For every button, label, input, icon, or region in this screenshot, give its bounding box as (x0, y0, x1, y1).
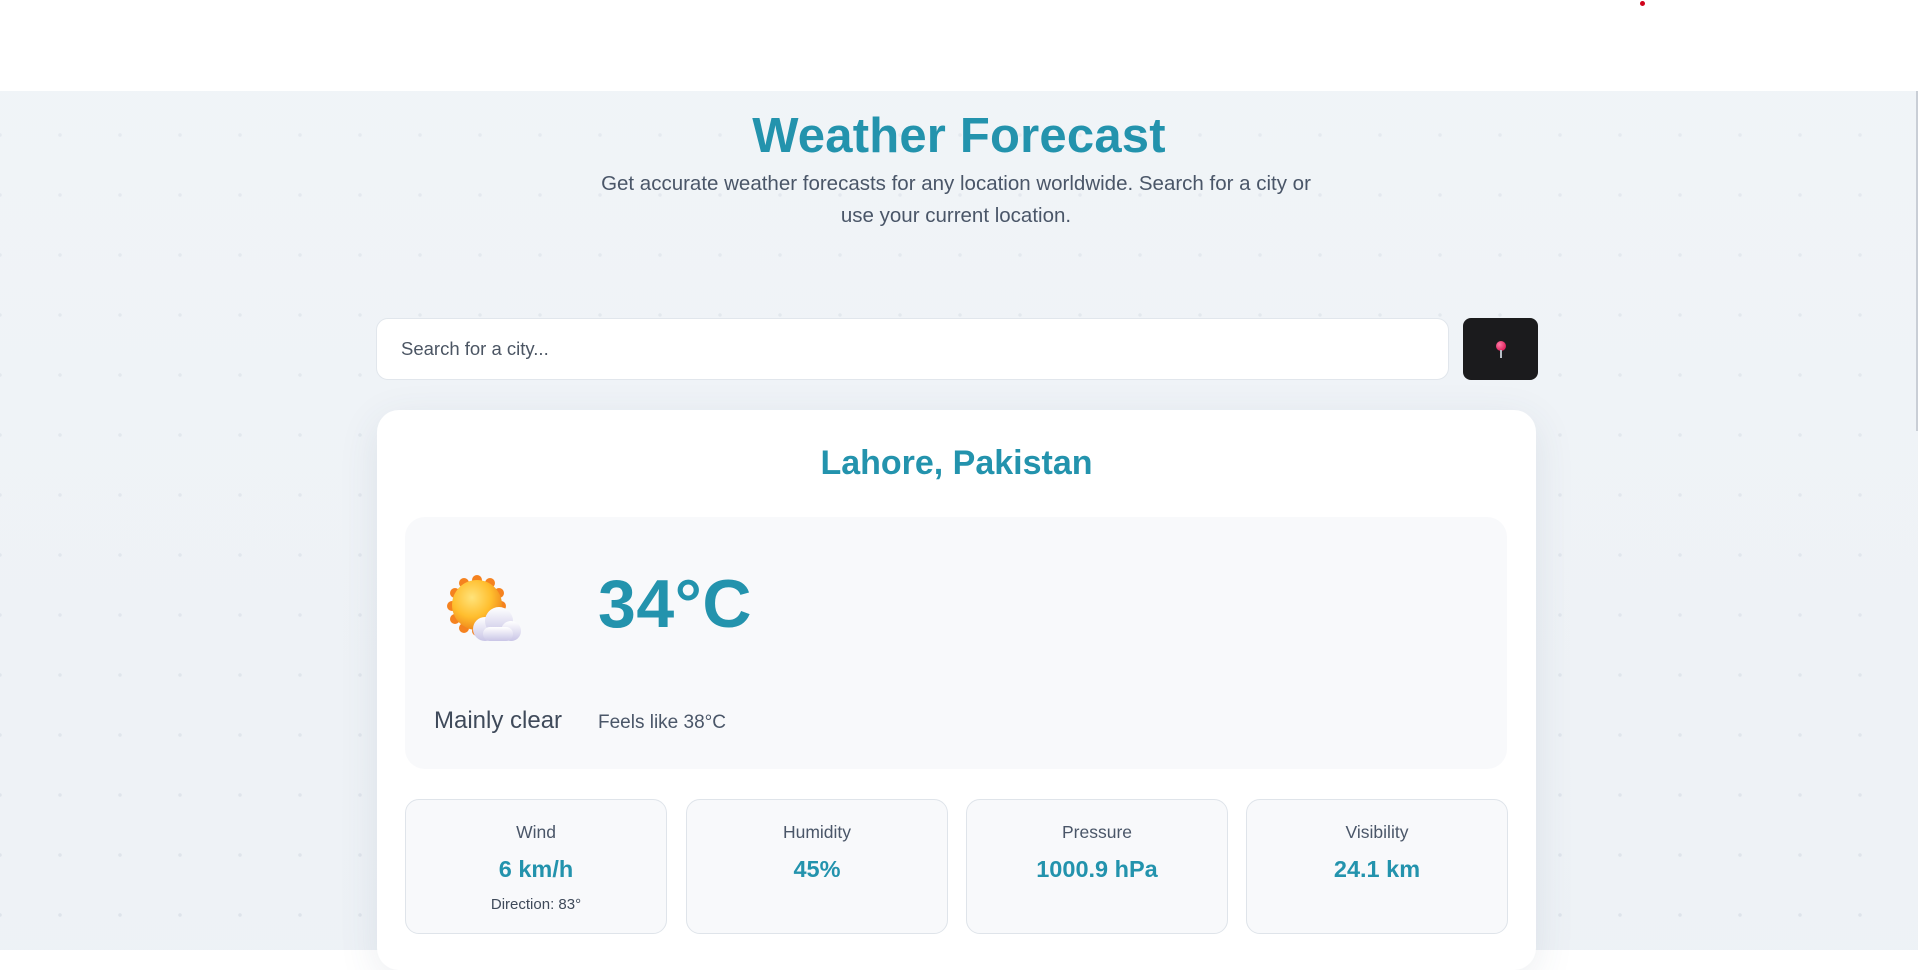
location-pin-icon (1495, 339, 1507, 359)
current-weather-panel: 34°C Mainly clear Feels like 38°C (405, 517, 1507, 769)
stat-value: 24.1 km (1333, 856, 1421, 882)
stat-card-pressure: Pressure 1000.9 hPa (966, 799, 1228, 934)
stat-value: 1000.9 hPa (1036, 856, 1158, 882)
city-search-input[interactable] (376, 318, 1449, 380)
page-subtitle: Get accurate weather forecasts for any l… (601, 172, 1311, 227)
stat-card-humidity: Humidity 45% (686, 799, 948, 934)
stat-value: 45% (793, 856, 841, 882)
stat-label: Pressure (1061, 822, 1133, 842)
stat-card-wind: Wind 6 km/h Direction: 83° (405, 799, 667, 934)
feels-like: Feels like 38°C (598, 712, 726, 733)
weather-card: Lahore, Pakistan 34°C Mainly clear Feels… (377, 410, 1536, 970)
page-title: Weather Forecast (752, 109, 1166, 163)
city-name: Lahore, Pakistan (820, 444, 1093, 482)
top-bar (0, 0, 1918, 91)
status-dot (1640, 1, 1645, 6)
stat-label: Visibility (1345, 822, 1409, 842)
weather-condition: Mainly clear (434, 707, 563, 734)
stat-value: 6 km/h (498, 856, 574, 882)
use-location-button[interactable] (1463, 318, 1538, 380)
stat-card-visibility: Visibility 24.1 km (1246, 799, 1508, 934)
stat-label: Humidity (782, 822, 852, 842)
stat-label: Wind (516, 822, 556, 842)
temperature: 34°C (598, 566, 752, 642)
sun-behind-cloud-icon (447, 575, 521, 641)
wind-direction: Direction: 83° (490, 896, 582, 913)
